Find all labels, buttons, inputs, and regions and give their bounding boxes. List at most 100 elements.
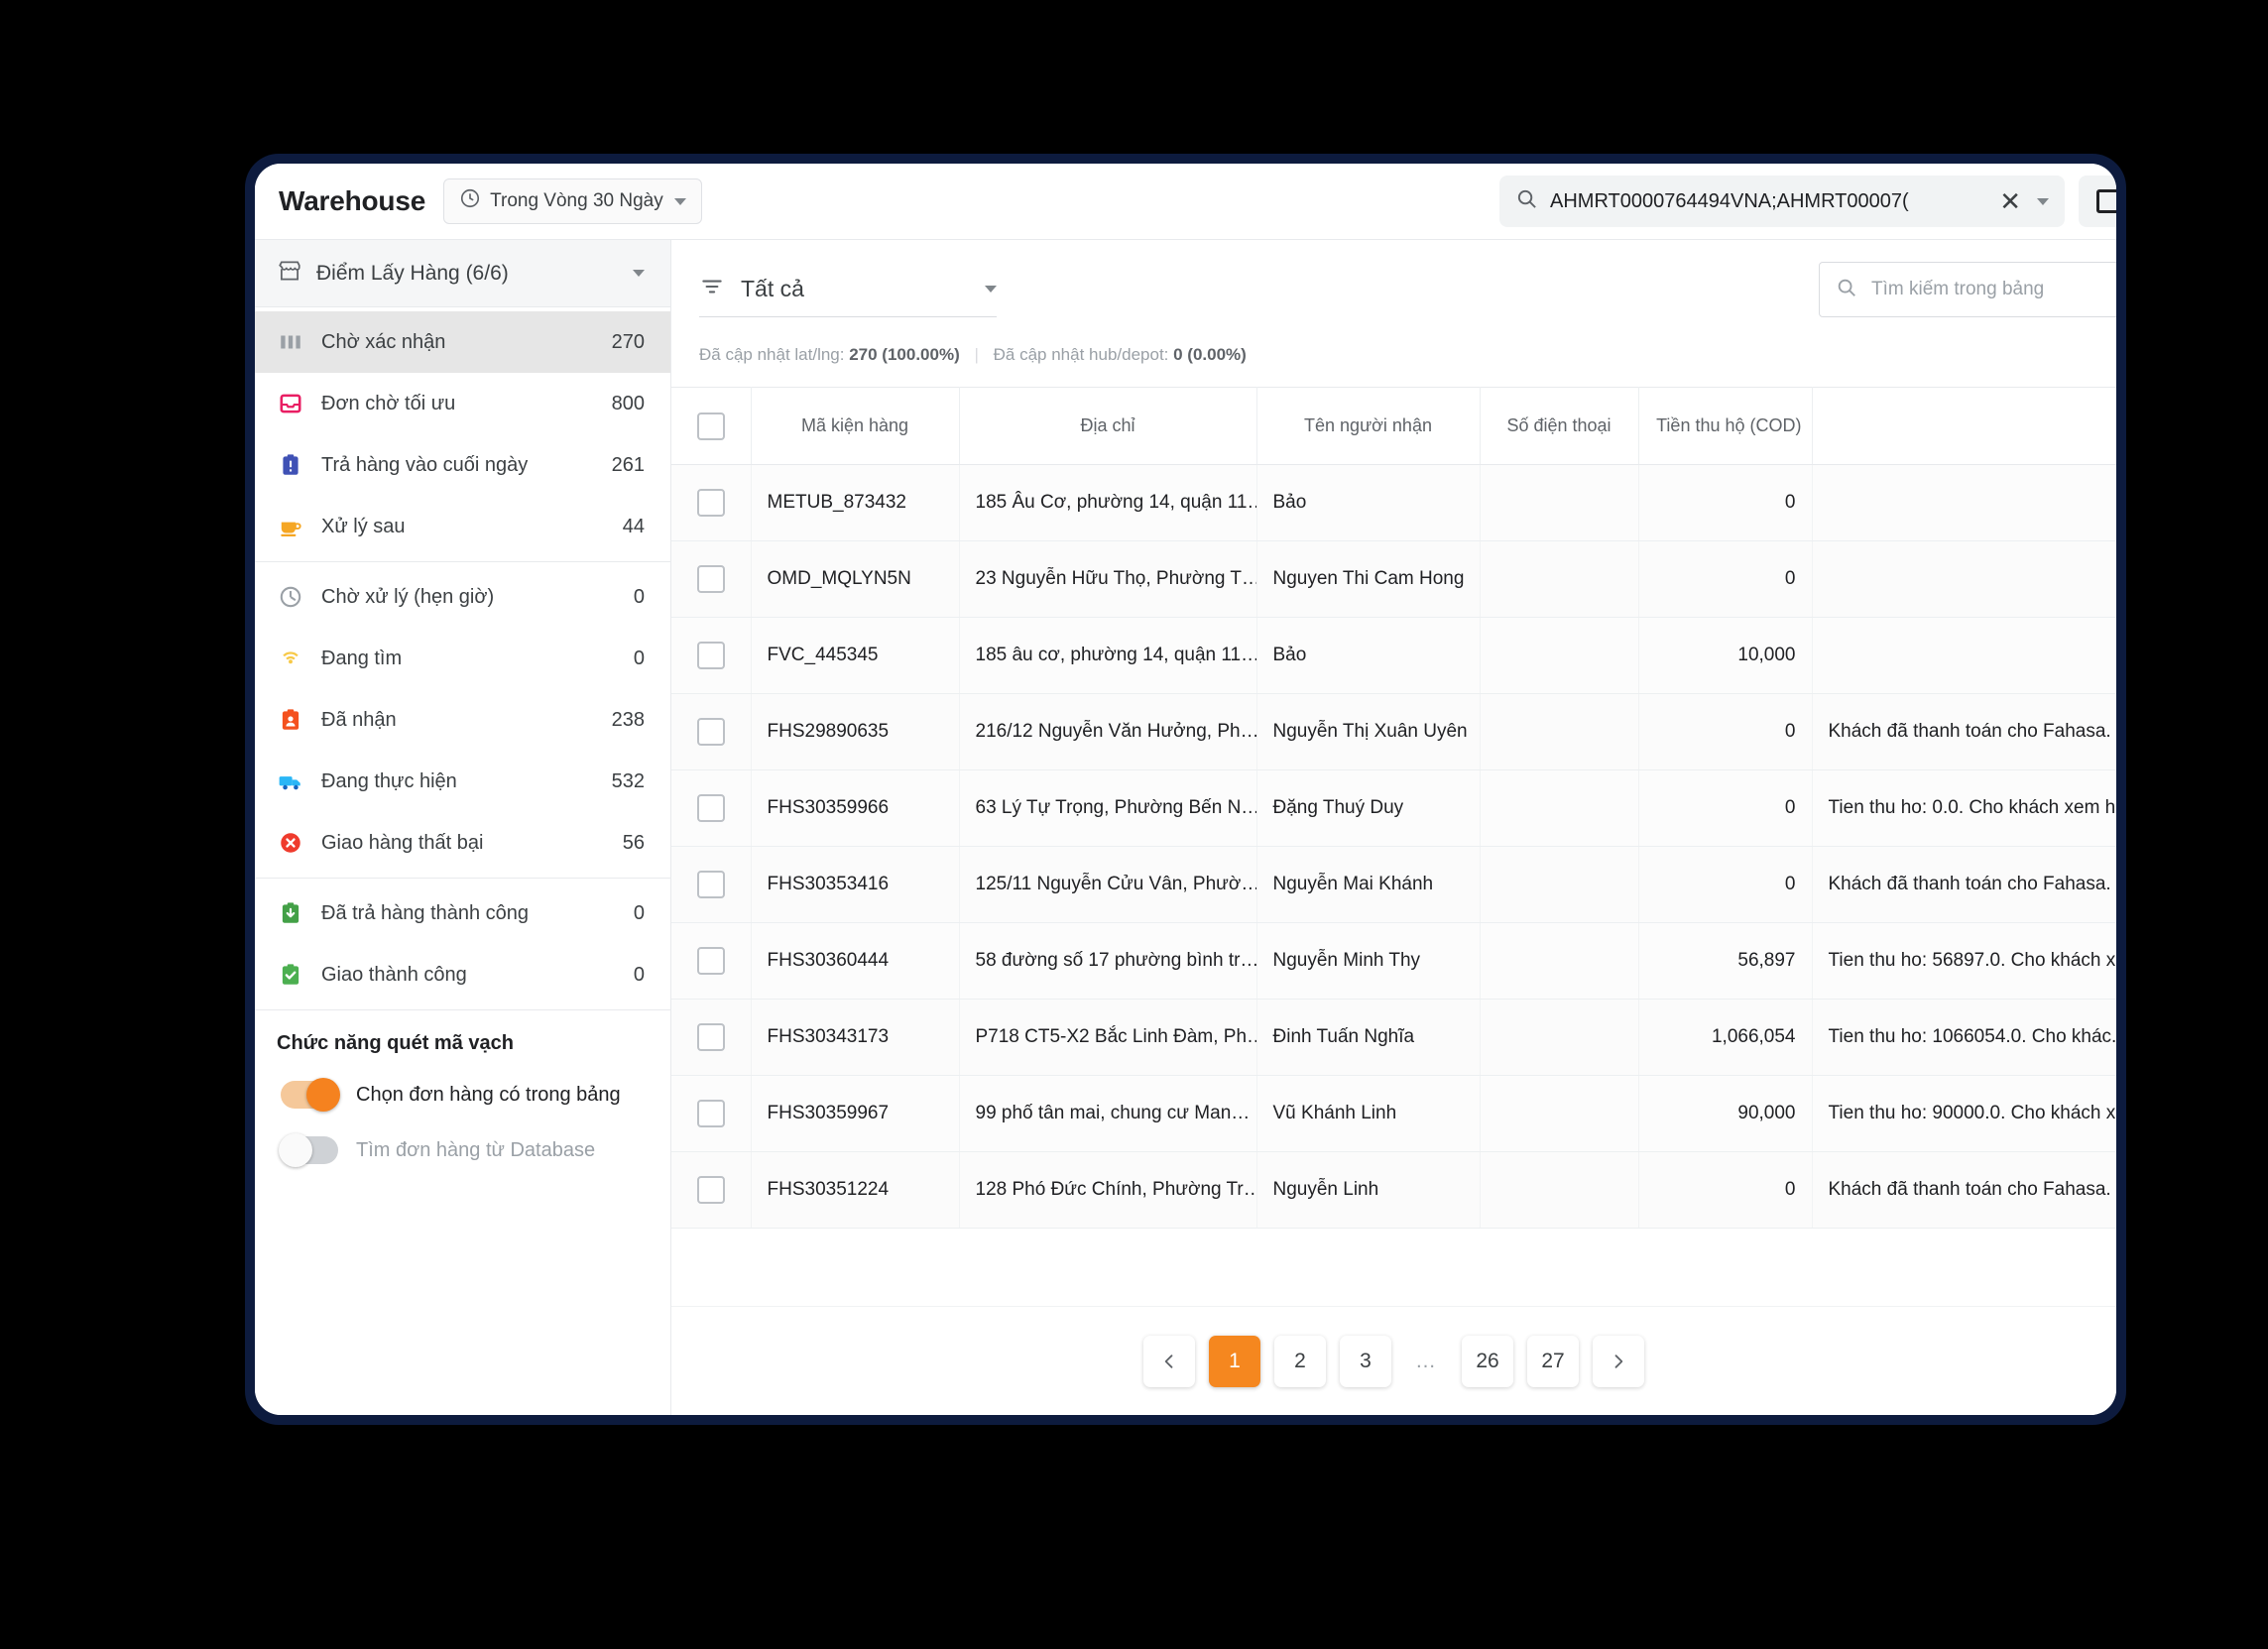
table-row[interactable]: FHS30359966 63 Lý Tự Trọng, Phường Bến N…… [671,769,2116,847]
sidebar-item-ch-x-l-h-n-gi[interactable]: Chờ xử lý (hẹn giờ) 0 [255,566,670,628]
pagination-page-button[interactable]: 26 [1462,1335,1513,1387]
clear-icon[interactable]: ✕ [1997,188,2023,214]
row-checkbox[interactable] [696,565,725,593]
column-header-cod[interactable]: Tiền thu hộ (COD) [1638,387,1813,465]
table-row[interactable]: FVC_445345 185 âu cơ, phường 14, quận 11…… [671,617,2116,694]
toggle-switch[interactable] [281,1078,340,1112]
column-header-code[interactable]: Mã kiện hàng [751,387,960,465]
column-header-note[interactable]: Ghi chú [1812,387,2116,465]
sidebar-item-n-ch-t-i-u[interactable]: Đơn chờ tối ưu 800 [255,373,670,434]
sidebar-item-x-l-sau[interactable]: Xử lý sau 44 [255,496,670,557]
global-search-input[interactable]: AHMRT0000764494VNA;AHMRT00007( [1550,190,1985,213]
pagination-page-button[interactable]: 27 [1527,1335,1579,1387]
sidebar-item-count: 0 [633,585,645,608]
row-checkbox[interactable] [696,642,725,669]
sidebar-item-tr-h-ng-v-o-cu-i-ng-y[interactable]: Trả hàng vào cuối ngày 261 [255,434,670,496]
sidebar-item-giao-h-ng-th-t-b-i[interactable]: Giao hàng thất bại 56 [255,812,670,874]
table-row[interactable]: FHS30360444 58 đường số 17 phường bình tr… [671,922,2116,1000]
truck-icon [277,767,304,795]
cell-note: Khách đã thanh toán cho Fahasa. [1812,1151,2116,1229]
cell-address: 58 đường số 17 phường bình tr… [959,922,1257,1000]
row-checkbox[interactable] [696,1023,725,1051]
clock-pending-icon [277,583,304,611]
pagination: 1 2 3 … 26 27 [671,1306,2116,1415]
column-header-address[interactable]: Địa chỉ [959,387,1257,465]
main-content: Tất cả Tìm kiếm trong bảng Đã cập nhật l… [671,240,2116,1415]
table-head: Mã kiện hàng Địa chỉ Tên người nhận Số đ… [671,387,2116,465]
sidebar-item-nh-n[interactable]: Đã nhận 238 [255,689,670,751]
sidebar-item-ang-t-m[interactable]: Đang tìm 0 [255,628,670,689]
pagination-page-button[interactable]: 2 [1274,1335,1326,1387]
app-window-frame: Warehouse Trong Vòng 30 Ngày AHMRT000076… [245,154,2126,1425]
toggle-knob [306,1078,340,1112]
row-checkbox[interactable] [696,871,725,898]
pagination-page-list: 1 2 3 … 26 27 [1209,1335,1579,1387]
row-checkbox[interactable] [696,718,725,746]
sidebar-item-tr-h-ng-th-nh-c-ng[interactable]: Đã trả hàng thành công 0 [255,883,670,944]
sidebar-item-label: Xử lý sau [321,515,406,537]
sidebar-item-ang-th-c-hi-n[interactable]: Đang thực hiện 532 [255,751,670,812]
row-select-cell [671,1151,752,1229]
row-select-cell [671,693,752,770]
cell-recipient: Vũ Khánh Linh [1256,1075,1481,1152]
sidebar-item-count: 261 [611,453,645,476]
table-row[interactable]: FHS30343173 P718 CT5-X2 Bắc Linh Đàm, Ph…… [671,999,2116,1076]
status-filter-select[interactable]: Tất cả [699,262,997,317]
panel-toggle-button[interactable] [2079,176,2116,227]
pagination-page-button[interactable]: 1 [1209,1335,1260,1387]
table-row[interactable]: FHS30353416 125/11 Nguyễn Cửu Vân, Phườ… N… [671,846,2116,923]
row-checkbox[interactable] [696,1176,725,1204]
barcode-toggle-1[interactable]: Chọn đơn hàng có trong bảng [277,1078,649,1112]
table-search-box[interactable]: Tìm kiếm trong bảng [1819,262,2116,317]
row-checkbox[interactable] [696,947,725,975]
cell-phone [1480,1151,1639,1229]
sidebar-item-label: Trả hàng vào cuối ngày [321,453,529,476]
sidebar-nav-group: Chờ xử lý (hẹn giờ) 0 Đang tìm 0 Đã nhận 238 Đ… [255,562,670,879]
cell-phone [1480,999,1639,1076]
cell-code: METUB_873432 [751,464,960,541]
table-search-input[interactable]: Tìm kiếm trong bảng [1871,279,2044,300]
cell-address: 23 Nguyễn Hữu Thọ, Phường T… [959,540,1257,618]
clipboard-alert-icon [277,451,304,479]
row-checkbox[interactable] [696,794,725,822]
cell-phone [1480,540,1639,618]
barcode-section-title: Chức năng quét mã vạch [277,1032,514,1054]
cell-cod: 0 [1638,540,1813,618]
cell-note [1812,464,2116,541]
toggle-switch[interactable] [279,1133,338,1167]
cell-code: FHS30359966 [751,769,960,847]
cell-phone [1480,922,1639,1000]
barcode-toggle-2[interactable]: Tìm đơn hàng từ Database [277,1133,649,1167]
table-row[interactable]: OMD_MQLYN5N 23 Nguyễn Hữu Thọ, Phường T… N… [671,540,2116,618]
cell-code: FHS30359967 [751,1075,960,1152]
cell-code: FHS30343173 [751,999,960,1076]
cell-address: 185 âu cơ, phường 14, quận 11… [959,617,1257,694]
page-title: Warehouse [279,185,426,216]
table-row[interactable]: METUB_873432 185 Âu Cơ, phường 14, quận 1… [671,464,2116,541]
select-all-checkbox[interactable] [696,412,725,440]
row-checkbox[interactable] [696,489,725,517]
pickup-point-selector[interactable]: Điểm Lấy Hàng (6/6) [255,240,670,307]
date-range-chip[interactable]: Trong Vòng 30 Ngày [443,178,702,224]
row-checkbox[interactable] [696,1100,725,1127]
table-row[interactable]: FHS29890635 216/12 Nguyễn Văn Hưởng, Ph… N… [671,693,2116,770]
global-search-box[interactable]: AHMRT0000764494VNA;AHMRT00007( ✕ [1499,176,2065,227]
sidebar-item-label: Chờ xác nhận [321,330,446,353]
table-row[interactable]: FHS30351224 128 Phó Đức Chính, Phường Tr…… [671,1151,2116,1229]
coffee-cup-icon [277,513,304,540]
cell-address: 63 Lý Tự Trọng, Phường Bến N… [959,769,1257,847]
cell-cod: 0 [1638,693,1813,770]
chevron-down-icon[interactable] [2037,197,2049,205]
error-circle-icon [277,829,304,857]
sidebar-item-ch-x-c-nh-n[interactable]: Chờ xác nhận 270 [255,311,670,373]
search-icon [1836,277,1857,303]
pagination-prev-button[interactable] [1143,1335,1195,1387]
column-header-phone[interactable]: Số điện thoại [1480,387,1639,465]
row-select-cell [671,922,752,1000]
table-row[interactable]: FHS30359967 99 phố tân mai, chung cư Man…… [671,1075,2116,1152]
column-header-recipient[interactable]: Tên người nhận [1256,387,1481,465]
sidebar-item-count: 0 [633,963,645,986]
sidebar-item-giao-th-nh-c-ng[interactable]: Giao thành công 0 [255,944,670,1005]
pagination-page-button[interactable]: 3 [1340,1335,1391,1387]
pagination-next-button[interactable] [1593,1335,1644,1387]
